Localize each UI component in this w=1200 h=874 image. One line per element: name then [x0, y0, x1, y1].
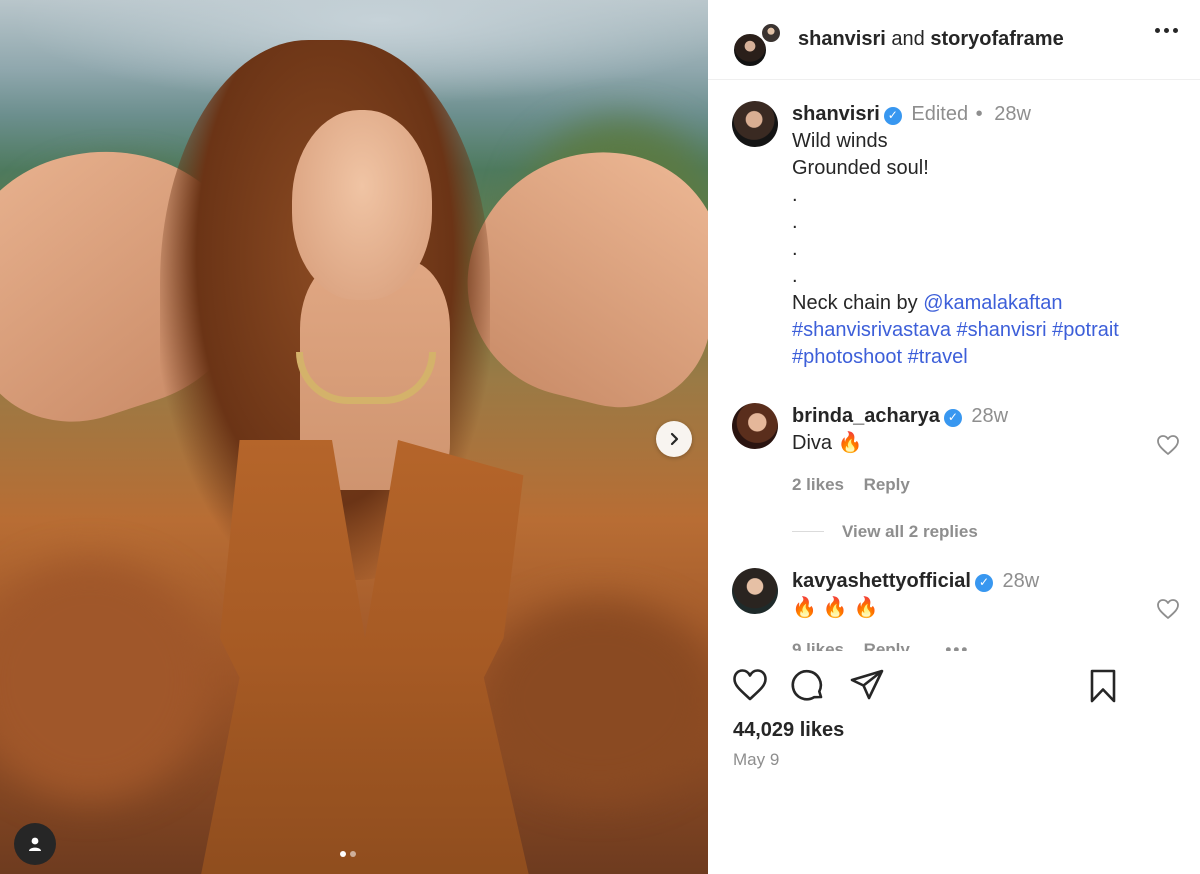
tagged-users-button[interactable]	[14, 823, 56, 865]
comment-age[interactable]: 28w	[1003, 570, 1040, 592]
chevron-right-icon	[670, 432, 679, 446]
avatar[interactable]	[732, 403, 778, 449]
hashtag-link[interactable]: #potrait	[1052, 319, 1119, 341]
authors-connector: and	[891, 28, 925, 50]
comment: kavyashettyofficial ✓ 28w 🔥🔥🔥 9 likes Rep…	[732, 568, 1039, 651]
hashtag-link[interactable]: #travel	[908, 346, 968, 368]
verified-badge-icon: ✓	[943, 408, 962, 427]
comment-like-heart-icon[interactable]	[1156, 598, 1180, 620]
hashtag-link[interactable]: #shanvisri	[957, 319, 1047, 341]
hashtag-link[interactable]: #shanvisrivastava	[792, 319, 951, 341]
comments-list[interactable]: shanvisri ✓ Edited • 28w Wild winds Groun…	[708, 81, 1200, 651]
hashtag-link[interactable]: #photoshoot	[792, 346, 902, 368]
comment-options-button[interactable]: •••	[945, 640, 969, 651]
background-rocks	[0, 560, 210, 800]
caption-username[interactable]: shanvisri	[792, 103, 880, 125]
subject-face	[292, 110, 432, 300]
post-header: shanvisri and storyofaframe	[708, 0, 1200, 80]
reply-button[interactable]: Reply	[864, 475, 910, 494]
caption-line: .	[792, 211, 798, 233]
comment-likes[interactable]: 2 likes	[792, 475, 844, 494]
collab-avatars[interactable]	[732, 18, 782, 68]
carousel-indicator	[340, 851, 356, 857]
comment-text: Diva 🔥	[792, 432, 863, 454]
caption-line: .	[792, 238, 798, 260]
post-details-panel: shanvisri and storyofaframe shanvisri ✓ E…	[708, 0, 1200, 874]
background-rocks	[480, 600, 708, 800]
comment-icon[interactable]	[790, 668, 826, 704]
verified-badge-icon: ✓	[974, 573, 993, 592]
comment: brinda_acharya ✓ 28w Diva 🔥 2 likes Reply…	[732, 403, 1008, 545]
send-icon[interactable]	[849, 668, 885, 702]
caption-line: .	[792, 184, 798, 206]
post-date[interactable]: May 9	[733, 750, 779, 770]
more-options-button[interactable]	[1155, 28, 1178, 33]
bookmark-icon[interactable]	[1088, 668, 1118, 704]
comment-like-heart-icon[interactable]	[1156, 434, 1180, 456]
avatar[interactable]	[732, 101, 778, 147]
post-photo[interactable]	[0, 0, 708, 874]
replies-divider	[792, 531, 824, 533]
reply-button[interactable]: Reply	[864, 640, 910, 651]
verified-badge-icon: ✓	[883, 106, 902, 125]
view-replies-button[interactable]: View all 2 replies	[842, 522, 978, 541]
comment-text: 🔥🔥🔥	[792, 597, 885, 619]
caption-line: Grounded soul!	[792, 157, 929, 179]
comment-username[interactable]: brinda_acharya	[792, 405, 940, 427]
author-avatar[interactable]	[732, 31, 768, 68]
credit-prefix: Neck chain by	[792, 292, 918, 314]
carousel-dot-active	[340, 851, 346, 857]
caption: shanvisri ✓ Edited • 28w Wild winds Groun…	[732, 101, 1119, 371]
mention-link[interactable]: @kamalakaftan	[923, 292, 1062, 314]
comment-age[interactable]: 28w	[971, 405, 1008, 427]
edited-label: Edited	[911, 103, 969, 125]
carousel-dot	[350, 851, 356, 857]
caption-line: .	[792, 265, 798, 287]
caption-line: Wild winds	[792, 130, 888, 152]
avatar[interactable]	[732, 568, 778, 614]
post-action-bar	[732, 668, 1176, 708]
post-likes-count[interactable]: 44,029 likes	[733, 719, 844, 742]
author-username[interactable]: shanvisri	[798, 28, 886, 50]
separator-dot: •	[975, 103, 983, 125]
comment-likes[interactable]: 9 likes	[792, 640, 844, 651]
comment-username[interactable]: kavyashettyofficial	[792, 570, 971, 592]
post-authors: shanvisri and storyofaframe	[798, 28, 1064, 51]
heart-icon[interactable]	[732, 668, 768, 702]
user-tag-icon	[29, 837, 41, 851]
caption-age[interactable]: 28w	[994, 103, 1031, 125]
carousel-next-button[interactable]	[656, 421, 692, 457]
coauthor-username[interactable]: storyofaframe	[930, 28, 1063, 50]
more-horizontal-icon	[1155, 28, 1178, 33]
